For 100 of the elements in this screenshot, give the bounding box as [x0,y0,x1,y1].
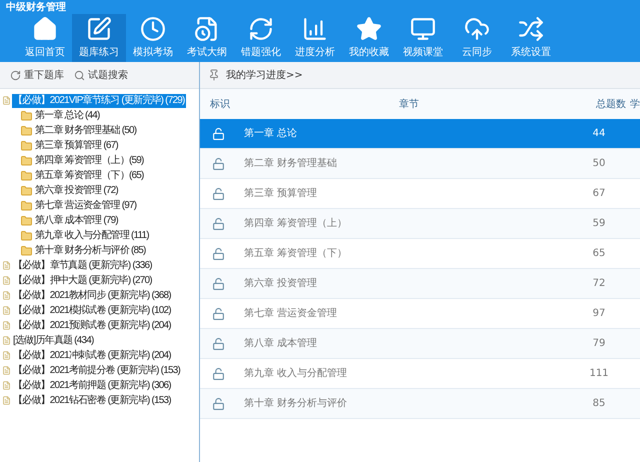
table-cell-text: 44 [592,127,606,141]
table-cell-text: 第二章 财务管理基础 [244,156,338,171]
star-icon [356,16,382,42]
unlock-icon [212,246,225,260]
table-row[interactable]: 第八章 成本管理 79 [200,329,640,359]
folder-icon [20,230,33,242]
clock-icon [140,16,166,42]
folder-icon [20,154,33,166]
table-cell-text: 85 [592,397,606,411]
home-icon [32,16,58,42]
table-cell-text: 第七章 营运资金管理 [244,306,338,321]
table-row[interactable]: 第四章 筹资管理（上） 59 [200,209,640,239]
window-title: 中级财务管理 [5,0,67,14]
shuffle-icon [518,16,544,42]
file-icon [2,365,11,376]
breadcrumb-link[interactable]: 我的学习进度>> [226,68,303,82]
pin-icon [208,69,220,81]
tree-item[interactable]: 【必做】2021VIP章节练习 (更新完毕) (729) [12,94,186,108]
table-cell-text: 第九章 收入与分配管理 [244,366,348,381]
table-cell-text: 111 [588,367,610,381]
table-row[interactable]: 第六章 投资管理 72 [200,269,640,299]
search-icon [74,70,85,80]
tree-item[interactable]: 第七章 营运资金管理 (97) [34,198,138,212]
unlock-icon [212,336,225,350]
table-cell-text: 79 [592,337,606,351]
tree-item[interactable]: [选做]历年真题 (434) [12,334,94,348]
table-cell-text: 59 [592,217,606,231]
column-header: 学 [630,98,640,112]
table-cell-text: 65 [592,247,606,261]
unlock-icon [212,186,225,200]
tree-item[interactable]: 第八章 成本管理 (79) [34,214,119,228]
table-cell-text: 97 [592,307,606,321]
file-icon [2,335,11,346]
tree-item[interactable]: 第四章 筹资管理（上）(59) [34,154,145,168]
unlock-icon [212,366,225,380]
file-icon [2,350,11,361]
table-row[interactable]: 第二章 财务管理基础 50 [200,149,640,179]
column-header: 章节 [398,98,420,112]
table-row[interactable]: 第一章 总论 44 [200,119,640,149]
folder-icon [20,244,33,256]
unlock-icon [212,216,225,230]
unlock-icon [212,126,225,140]
table-cell-text: 第六章 投资管理 [244,276,318,291]
folder-icon [20,184,33,196]
tree-item[interactable]: 第十章 财务分析与评价 (85) [34,244,147,258]
edit-icon [86,16,112,42]
tree-item[interactable]: 【必做】2021教材同步 (更新完毕) (368) [12,288,172,302]
document-clock-icon [194,16,220,42]
folder-icon [20,110,33,122]
monitor-icon [410,16,436,42]
column-header: 总题数 [595,98,627,112]
table-cell-text: 50 [592,157,606,171]
tree-item[interactable]: 第五章 筹资管理（下）(65) [34,168,145,182]
tree-item[interactable]: 第一章 总论 (44) [34,108,101,122]
table-cell-text: 67 [592,187,606,201]
file-icon [2,320,11,331]
unlock-icon [212,156,225,170]
sidebar-action-button[interactable]: 试题搜索 [74,68,128,82]
unlock-icon [212,276,225,290]
folder-icon [20,200,33,212]
tree-item[interactable]: 第六章 投资管理 (72) [34,184,119,198]
table-cell-text: 第十章 财务分析与评价 [244,396,348,411]
file-icon [2,395,11,406]
table-cell-text: 第三章 预算管理 [244,186,318,201]
reload-icon [10,70,21,80]
tree-item[interactable]: 【必做】2021钻石密卷 (更新完毕) (153) [12,394,172,408]
file-icon [2,95,11,106]
file-icon [2,380,11,391]
toolbar-button[interactable]: 题库练习 [72,14,126,62]
column-header: 标识 [209,98,231,112]
table-cell-text: 第五章 筹资管理（下） [244,246,348,261]
tree-item[interactable]: 第二章 财务管理基础 (50) [34,124,138,138]
file-icon [2,305,11,316]
table-cell-text: 第一章 总论 [244,126,298,141]
folder-icon [20,124,33,136]
refresh-icon [248,16,274,42]
table-row[interactable]: 第十章 财务分析与评价 85 [200,389,640,419]
tree-item[interactable]: 第三章 预算管理 (67) [34,138,119,152]
tree-item[interactable]: 【必做】2021模拟试卷 (更新完毕) (102) [12,304,172,318]
unlock-icon [212,306,225,320]
file-icon [2,275,11,286]
cloud-icon [464,16,490,42]
table-cell-text: 72 [592,277,606,291]
tree-item[interactable]: 第九章 收入与分配管理 (111) [34,228,150,242]
tree-item[interactable]: 【必做】2021预测试卷 (更新完毕) (204) [12,318,172,332]
folder-icon [20,140,33,152]
tree-item[interactable]: 【必做】2021考前提分卷 (更新完毕) (153) [12,364,182,378]
tree-item[interactable]: 【必做】2021考前押题 (更新完毕) (306) [12,378,172,392]
tree-item[interactable]: 【必做】2021冲刺试卷 (更新完毕) (204) [12,348,172,362]
folder-icon [20,170,33,182]
tree-item[interactable]: 【必做】章节真题 (更新完毕) (336) [12,258,153,272]
table-cell-text: 第八章 成本管理 [244,336,318,351]
folder-icon [20,214,33,226]
tree-item[interactable]: 【必做】押中大题 (更新完毕) (270) [12,274,153,288]
bar-chart-icon [302,16,328,42]
sidebar-action-button[interactable]: 重下题库 [10,68,64,82]
file-icon [2,260,11,271]
table-cell-text: 第四章 筹资管理（上） [244,216,348,231]
file-icon [2,290,11,301]
unlock-icon [212,396,225,410]
